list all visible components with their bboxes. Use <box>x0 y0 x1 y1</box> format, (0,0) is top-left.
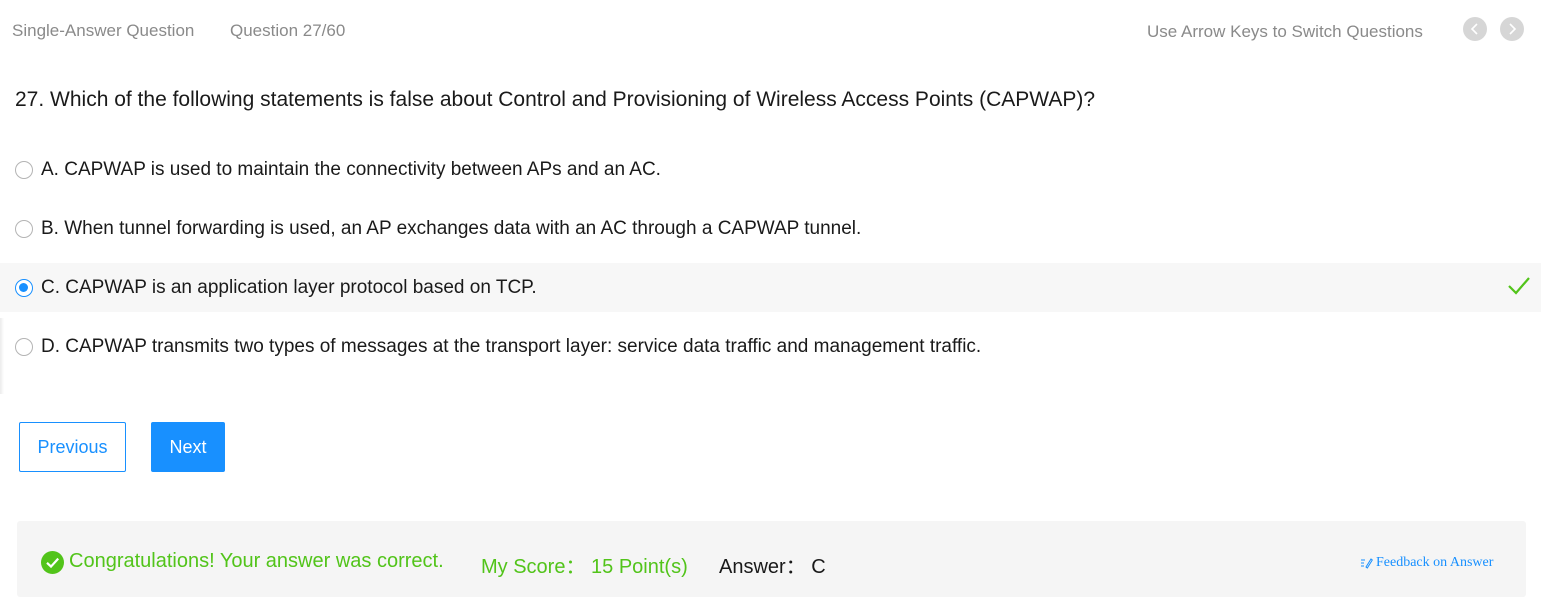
option-c-label: C. CAPWAP is an application layer protoc… <box>41 276 537 298</box>
option-b-radio[interactable] <box>15 219 33 238</box>
option-c[interactable]: C. CAPWAP is an application layer protoc… <box>0 263 1541 312</box>
result-message: Congratulations! Your answer was correct… <box>69 550 444 572</box>
next-button[interactable]: Next <box>151 422 225 472</box>
option-d[interactable]: D. CAPWAP transmits two types of message… <box>0 322 1541 371</box>
side-edge-shadow <box>0 318 4 394</box>
correct-answer: Answer： C <box>719 556 826 578</box>
result-panel: Congratulations! Your answer was correct… <box>17 521 1526 597</box>
feedback-link[interactable]: Feedback on Answer <box>1360 555 1493 571</box>
option-c-radio[interactable] <box>15 278 33 297</box>
my-score: My Score： 15 Point(s) <box>481 556 688 578</box>
chevron-left-icon <box>1470 23 1478 35</box>
option-d-radio[interactable] <box>15 337 33 356</box>
question-type-label: Single-Answer Question <box>12 21 195 40</box>
check-circle-icon <box>41 551 64 574</box>
arrow-keys-hint: Use Arrow Keys to Switch Questions <box>1147 22 1423 41</box>
question-text: 27. Which of the following statements is… <box>15 88 1096 111</box>
feedback-label: Feedback on Answer <box>1376 555 1494 570</box>
option-d-label: D. CAPWAP transmits two types of message… <box>41 335 982 357</box>
option-b[interactable]: B. When tunnel forwarding is used, an AP… <box>0 204 1541 253</box>
previous-button[interactable]: Previous <box>19 422 126 472</box>
option-a-radio[interactable] <box>15 160 33 179</box>
next-question-button[interactable] <box>1500 17 1524 41</box>
question-header: Single-Answer Question Question 27/60 Us… <box>0 0 1565 62</box>
option-b-label: B. When tunnel forwarding is used, an AP… <box>41 217 862 239</box>
option-a[interactable]: A. CAPWAP is used to maintain the connec… <box>0 145 1541 194</box>
edit-icon <box>1360 557 1373 569</box>
option-a-label: A. CAPWAP is used to maintain the connec… <box>41 158 661 180</box>
previous-question-button[interactable] <box>1463 17 1487 41</box>
chevron-right-icon <box>1509 23 1517 35</box>
question-counter: Question 27/60 <box>230 21 346 40</box>
check-icon <box>1508 277 1530 295</box>
